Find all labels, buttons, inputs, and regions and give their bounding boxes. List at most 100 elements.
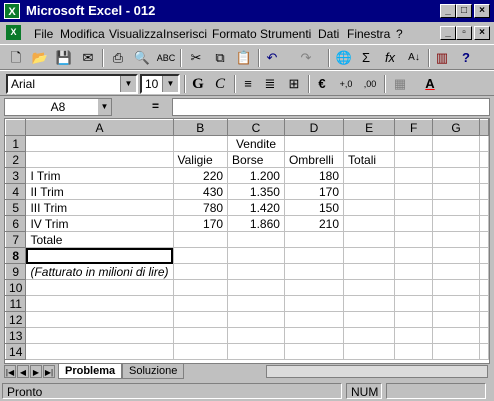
cell[interactable] bbox=[479, 279, 489, 296]
row-header[interactable]: 3 bbox=[5, 167, 27, 184]
menu-help[interactable]: ? bbox=[396, 27, 403, 41]
close-button[interactable]: × bbox=[474, 4, 490, 18]
cell[interactable]: II Trim bbox=[25, 183, 174, 200]
cell[interactable] bbox=[343, 295, 396, 312]
cell[interactable] bbox=[227, 247, 285, 264]
cell[interactable] bbox=[283, 135, 345, 152]
cell[interactable] bbox=[227, 279, 285, 296]
menu-finestra[interactable]: Finestra bbox=[347, 27, 390, 41]
excel-app-icon[interactable]: X bbox=[4, 3, 20, 19]
doc-minimize-button[interactable]: _ bbox=[440, 26, 456, 40]
cell[interactable] bbox=[227, 263, 285, 280]
sort-ascending-icon[interactable]: A↓ bbox=[404, 48, 424, 68]
last-sheet-icon[interactable]: ▶| bbox=[43, 365, 55, 378]
row-header[interactable]: 8 bbox=[5, 247, 27, 264]
print-icon[interactable]: ⎙ bbox=[108, 48, 128, 68]
font-name-select[interactable]: Arial ▼ bbox=[6, 74, 138, 94]
chart-wizard-icon[interactable]: ▥ bbox=[432, 48, 452, 68]
cell[interactable] bbox=[343, 343, 396, 360]
cell[interactable]: 1.420 bbox=[227, 199, 285, 216]
autosum-icon[interactable]: Σ bbox=[356, 48, 376, 68]
cell[interactable] bbox=[343, 279, 396, 296]
cell[interactable] bbox=[432, 263, 480, 280]
print-preview-icon[interactable]: 🔍 bbox=[132, 48, 152, 68]
cell[interactable] bbox=[172, 231, 229, 248]
cell[interactable]: Totali bbox=[343, 151, 396, 168]
cell[interactable] bbox=[172, 295, 229, 312]
tab-problema[interactable]: Problema bbox=[58, 364, 123, 379]
cell[interactable] bbox=[343, 231, 396, 248]
increase-decimal-icon[interactable]: +,0 bbox=[336, 74, 356, 94]
copy-icon[interactable]: ⧉ bbox=[210, 48, 230, 68]
spelling-icon[interactable]: ABC bbox=[156, 48, 176, 68]
cell[interactable] bbox=[283, 263, 345, 280]
cell[interactable] bbox=[227, 343, 285, 360]
row-header[interactable]: 11 bbox=[5, 295, 27, 312]
cell[interactable] bbox=[394, 151, 434, 168]
save-icon[interactable]: 💾 bbox=[54, 48, 74, 68]
cell[interactable] bbox=[432, 199, 480, 216]
cell[interactable] bbox=[479, 183, 489, 200]
cell[interactable]: Totale bbox=[25, 231, 174, 248]
column-header[interactable]: E bbox=[343, 119, 396, 136]
cell[interactable] bbox=[25, 295, 174, 312]
cell[interactable] bbox=[432, 183, 480, 200]
column-header[interactable] bbox=[479, 119, 489, 136]
cell[interactable] bbox=[432, 327, 480, 344]
cell[interactable] bbox=[172, 247, 229, 264]
column-header[interactable]: G bbox=[432, 119, 480, 136]
equals-sign[interactable]: = bbox=[152, 99, 159, 113]
cell[interactable]: IV Trim bbox=[25, 215, 174, 232]
cell[interactable] bbox=[283, 295, 345, 312]
cell[interactable] bbox=[227, 231, 285, 248]
cell[interactable] bbox=[394, 279, 434, 296]
column-header[interactable]: B bbox=[172, 119, 229, 136]
cell[interactable] bbox=[479, 231, 489, 248]
select-all-corner[interactable] bbox=[5, 119, 27, 136]
decrease-decimal-icon[interactable]: ,00 bbox=[360, 74, 380, 94]
cell[interactable]: (Fatturato in milioni di lire) bbox=[25, 263, 174, 280]
cell[interactable] bbox=[479, 167, 489, 184]
cell[interactable] bbox=[227, 327, 285, 344]
cell[interactable] bbox=[343, 135, 396, 152]
cell[interactable] bbox=[172, 279, 229, 296]
cell[interactable]: 220 bbox=[172, 167, 229, 184]
formula-input[interactable] bbox=[172, 98, 490, 116]
function-icon[interactable]: fx bbox=[380, 48, 400, 68]
cell[interactable]: 150 bbox=[283, 199, 345, 216]
cell[interactable] bbox=[432, 343, 480, 360]
minimize-button[interactable]: _ bbox=[440, 4, 456, 18]
cell[interactable] bbox=[432, 295, 480, 312]
row-header[interactable]: 7 bbox=[5, 231, 27, 248]
cell[interactable] bbox=[172, 311, 229, 328]
redo-icon[interactable]: ↷ bbox=[296, 48, 316, 68]
cut-icon[interactable]: ✂ bbox=[186, 48, 206, 68]
cell[interactable] bbox=[479, 199, 489, 216]
menu-dati[interactable]: Dati bbox=[318, 27, 339, 41]
cell[interactable] bbox=[227, 311, 285, 328]
cell[interactable] bbox=[283, 343, 345, 360]
cell[interactable]: I Trim bbox=[25, 167, 174, 184]
column-header[interactable]: F bbox=[394, 119, 434, 136]
cell[interactable]: 210 bbox=[283, 215, 345, 232]
cell[interactable] bbox=[394, 231, 434, 248]
row-header[interactable]: 1 bbox=[5, 135, 27, 152]
cell[interactable] bbox=[479, 263, 489, 280]
row-header[interactable]: 6 bbox=[5, 215, 27, 232]
document-icon[interactable]: X bbox=[6, 25, 21, 40]
merge-center-icon[interactable]: ⊞ bbox=[284, 74, 304, 94]
align-center-icon[interactable]: ≡ bbox=[238, 74, 258, 94]
column-header[interactable]: A bbox=[25, 119, 174, 136]
column-header[interactable]: D bbox=[283, 119, 345, 136]
cell[interactable] bbox=[25, 151, 174, 168]
cell[interactable] bbox=[394, 295, 434, 312]
cell[interactable] bbox=[283, 247, 345, 264]
menu-visualizza[interactable]: Visualizza bbox=[109, 27, 163, 41]
chevron-down-icon[interactable]: ▼ bbox=[98, 99, 111, 115]
cell[interactable] bbox=[479, 327, 489, 344]
cell[interactable] bbox=[343, 167, 396, 184]
undo-icon[interactable]: ↶ bbox=[262, 48, 282, 68]
cell[interactable] bbox=[432, 135, 480, 152]
cell[interactable] bbox=[394, 311, 434, 328]
cell[interactable]: 430 bbox=[172, 183, 229, 200]
